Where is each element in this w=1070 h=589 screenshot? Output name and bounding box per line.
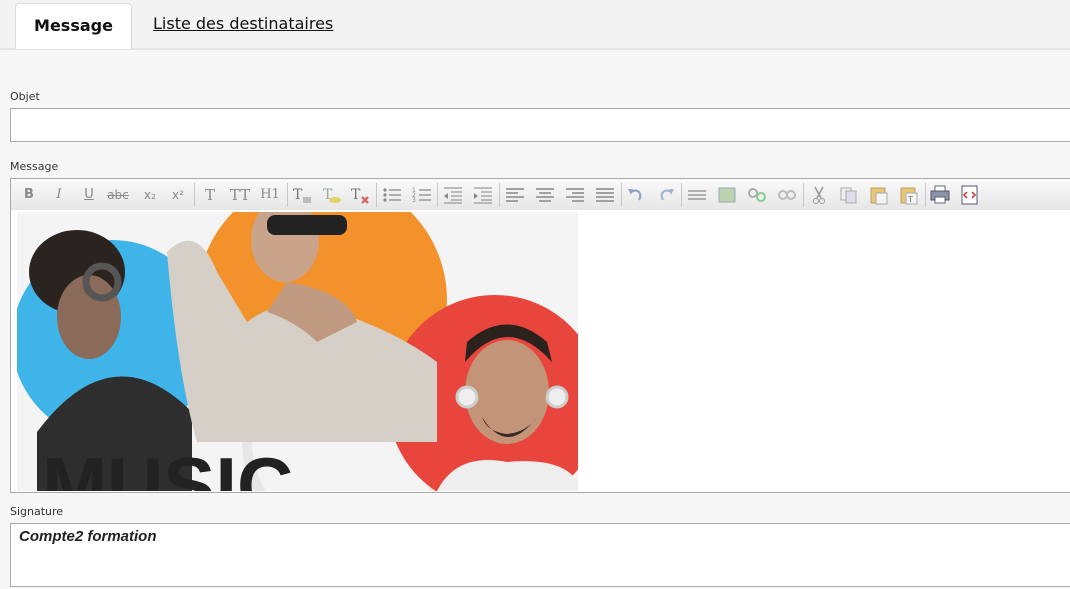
editor-toolbar: B I U abc x₂ x² T TT H1 T T T 123 T [10,178,1070,211]
unlink-icon[interactable] [776,185,798,205]
source-code-icon[interactable] [959,185,981,205]
underline-button[interactable]: U [79,185,99,205]
background-color-icon[interactable]: T [321,185,343,205]
heading-button[interactable]: H1 [257,185,283,205]
signature-label: Signature [10,505,64,518]
music-banner-image: MUSIC [17,212,578,491]
insert-link-icon[interactable] [746,185,768,205]
signature-editor[interactable]: Compte2 formation [10,523,1070,587]
tab-message[interactable]: Message [15,3,132,49]
numbered-list-icon[interactable]: 123 [411,185,433,205]
subscript-button[interactable]: x₂ [139,185,161,205]
banner-text: MUSIC [42,441,293,491]
horizontal-rule-icon[interactable] [686,185,708,205]
bullet-list-icon[interactable] [381,185,403,205]
italic-button[interactable]: I [49,185,69,205]
remove-format-icon[interactable]: T [349,185,371,205]
svg-text:T: T [907,195,913,204]
print-icon[interactable] [929,185,951,205]
align-left-icon[interactable] [504,185,526,205]
font-size-button[interactable]: T [199,185,221,205]
svg-text:T: T [293,187,303,203]
subject-label: Objet [10,90,40,103]
subject-input[interactable] [10,108,1070,142]
paste-text-icon[interactable]: T [898,185,920,205]
font-family-button[interactable]: TT [227,185,253,205]
cut-icon[interactable] [808,185,830,205]
tab-recipient-list[interactable]: Liste des destinataires [153,14,333,33]
insert-image-icon[interactable] [716,185,738,205]
strikethrough-button[interactable]: abc [105,185,131,205]
message-editor[interactable]: MUSIC [10,210,1070,493]
align-center-icon[interactable] [534,185,556,205]
redo-icon[interactable] [655,185,677,205]
svg-text:T: T [351,187,361,203]
copy-icon[interactable] [838,185,860,205]
signature-text: Compte2 formation [19,528,157,545]
message-label: Message [10,160,59,173]
undo-icon[interactable] [625,185,647,205]
paste-icon[interactable] [868,185,890,205]
justify-icon[interactable] [594,185,616,205]
text-color-icon[interactable]: T [291,185,313,205]
tab-bar: Message Liste des destinataires [0,0,1070,50]
indent-icon[interactable] [472,185,494,205]
outdent-icon[interactable] [442,185,464,205]
align-right-icon[interactable] [564,185,586,205]
svg-text:3: 3 [412,197,416,204]
superscript-button[interactable]: x² [167,185,189,205]
bold-button[interactable]: B [19,185,39,205]
